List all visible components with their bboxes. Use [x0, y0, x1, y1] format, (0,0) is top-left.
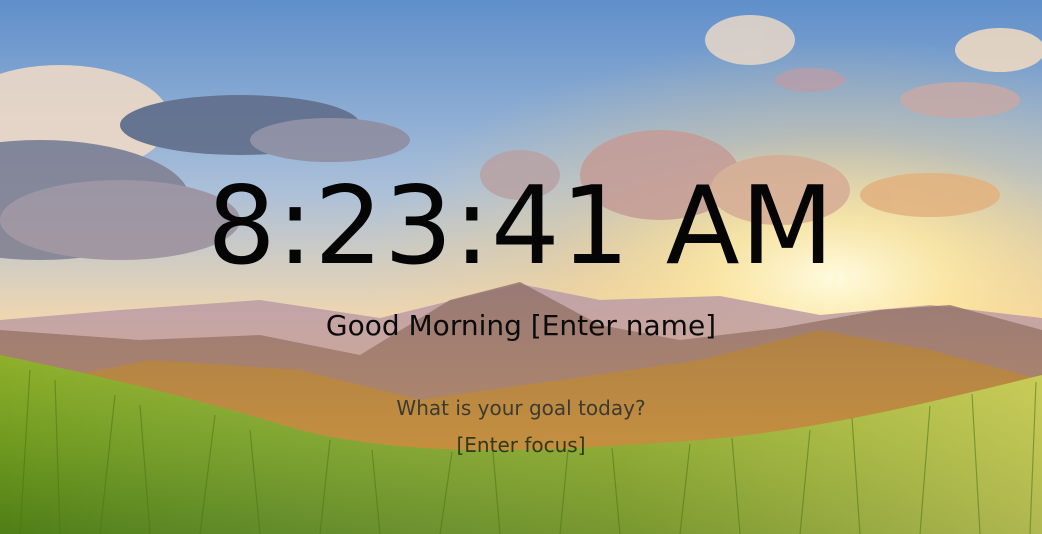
- name-input[interactable]: [Enter name]: [531, 309, 716, 342]
- greeting-prefix: Good Morning: [325, 309, 531, 342]
- focus-field: [Enter focus]: [0, 430, 1042, 460]
- clock-time: 8:23:41 AM: [207, 164, 835, 289]
- goal-question: What is your goal today?: [396, 396, 646, 420]
- greeting: Good Morning [Enter name]: [0, 306, 1042, 346]
- focus-input[interactable]: [Enter focus]: [456, 433, 585, 457]
- dashboard: 8:23:41 AM Good Morning [Enter name] Wha…: [0, 0, 1042, 534]
